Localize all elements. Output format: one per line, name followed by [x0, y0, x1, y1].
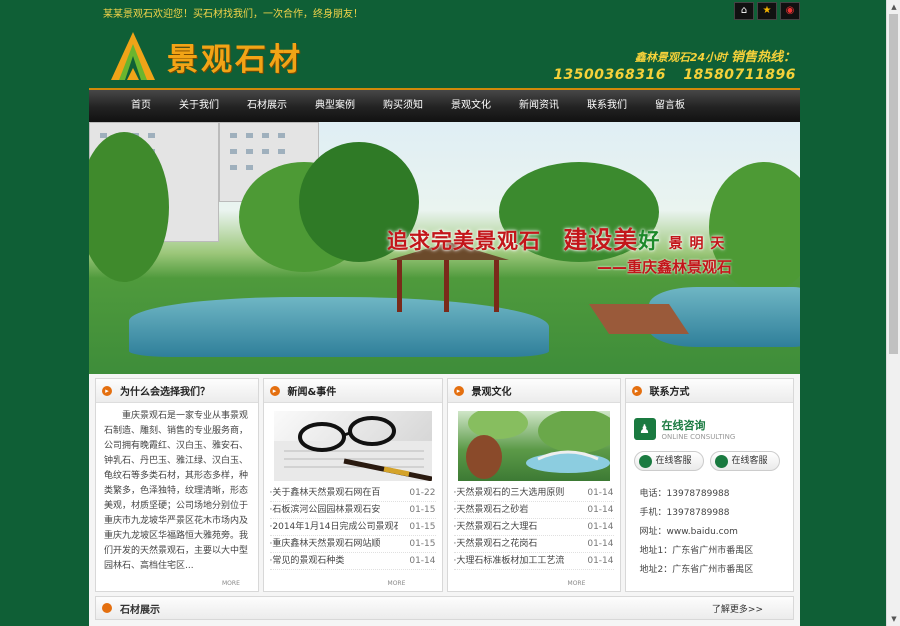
- banner-slogan-a: 追求完美景观石: [387, 229, 541, 253]
- nav-item-contact[interactable]: 联系我们: [573, 90, 641, 122]
- news-more-link[interactable]: MORE: [388, 580, 406, 587]
- bullet-arrow-icon: ▸: [102, 385, 112, 396]
- culture-item[interactable]: ·天然景观石之大理石 01-14: [453, 519, 614, 536]
- online-service-button[interactable]: 在线客服: [633, 451, 704, 471]
- contact-address-2: 地址2：广东省广州市番禺区: [639, 565, 754, 575]
- culture-item[interactable]: ·天然景观石的三大选用原则 01-14: [453, 485, 614, 502]
- stone-showcase-header: 石材展示 了解更多>>: [95, 596, 794, 620]
- culture-image[interactable]: [457, 411, 610, 481]
- bullet-arrow-icon: ▸: [269, 385, 280, 396]
- news-item[interactable]: ·关于鑫林天然景观石网在百 01-22: [269, 485, 436, 502]
- online-consulting: ♟ 在线咨询 ONLINE CONSULTING: [633, 417, 793, 441]
- hero-banner[interactable]: 追求完美景观石 建设美好 景 明 天 ——重庆鑫林景观石: [89, 122, 800, 374]
- consult-cn: 在线咨询: [661, 419, 706, 432]
- culture-item[interactable]: ·天然景观石之砂岩 01-14: [453, 502, 614, 519]
- bullet-arrow-icon: [102, 603, 112, 613]
- hotline-title: 鑫林景观石24小时: [634, 51, 728, 64]
- consult-en: ONLINE CONSULTING: [661, 433, 736, 441]
- banner-slogan-b: 建设美: [563, 226, 639, 254]
- glasses-pen-image: [273, 416, 432, 481]
- banner-slogan: 追求完美景观石 建设美好 景 明 天: [387, 220, 725, 255]
- contact-website[interactable]: 网址：www.baidu.com: [640, 523, 793, 542]
- banner-slogan-c: 好: [638, 229, 661, 253]
- news-item[interactable]: ·常见的景观石种类 01-14: [269, 553, 436, 570]
- favorite-star-icon[interactable]: ★: [757, 2, 777, 20]
- nav-item-about[interactable]: 关于我们: [165, 90, 233, 122]
- nav-item-guestbook[interactable]: 留言板: [641, 90, 699, 122]
- banner-boardwalk: [589, 304, 689, 334]
- scrollbar-thumb[interactable]: [889, 14, 898, 354]
- page-container: 某某景观石欢迎您！买石材找我们，一次合作，终身朋友！ ⌂ ★ ◉ 景观石材 鑫林…: [89, 0, 800, 626]
- bullet-arrow-icon: ▸: [453, 385, 464, 396]
- sales-hotline: 鑫林景观石24小时 销售热线： 13500368316 18580711896: [553, 46, 796, 83]
- showcase-title: 石材展示: [120, 604, 160, 616]
- qq-penguin-icon: [638, 454, 652, 468]
- scroll-up-icon[interactable]: ▲: [887, 0, 900, 14]
- banner-slogan-sub: ——重庆鑫林景观石: [597, 258, 733, 276]
- contact-phone: 电话：13978789988: [639, 489, 730, 499]
- culture-list: ·天然景观石的三大选用原则 01-14 ·天然景观石之砂岩 01-14 ·天然景观石…: [448, 485, 620, 570]
- logo-text: 景观石材: [167, 41, 303, 78]
- news-title: 新闻&事件: [287, 387, 337, 398]
- qq-penguin-icon: [714, 454, 728, 468]
- site-logo[interactable]: 景观石材: [105, 30, 303, 82]
- garden-rock-image: [465, 411, 610, 479]
- culture-title: 景观文化: [471, 387, 512, 398]
- contact-box: ▸ 联系方式 ♟ 在线咨询 ONLINE CONSULTING 在线客服 在线客服…: [624, 378, 794, 592]
- culture-more-link[interactable]: MORE: [568, 580, 586, 587]
- hotline-phone-2: 18580711896: [683, 67, 796, 83]
- contact-address-1: 地址1：广东省广州市番禺区: [639, 546, 754, 556]
- main-nav: 首页 关于我们 石材展示 典型案例 购买须知 景观文化 新闻资讯 联系我们 留言…: [89, 88, 800, 122]
- why-choose-us-box: ▸ 为什么会选择我们？ 重庆景观石是一家专业从事景观石制造、雕刻、销售的专业服务商…: [95, 378, 259, 592]
- why-title: 为什么会选择我们？: [120, 387, 210, 398]
- header: 景观石材 鑫林景观石24小时 销售热线： 13500368316 1858071…: [89, 22, 800, 88]
- scroll-down-icon[interactable]: ▼: [887, 612, 900, 626]
- page-scrollbar[interactable]: ▲ ▼: [886, 0, 900, 626]
- hotline-phone-1: 13500368316: [553, 67, 666, 83]
- nav-item-news[interactable]: 新闻资讯: [505, 90, 573, 122]
- culture-item[interactable]: ·大理石标准板材加工工艺流 01-14: [453, 553, 614, 570]
- welcome-text: 某某景观石欢迎您！买石材找我们，一次合作，终身朋友！: [103, 9, 363, 20]
- content-area: ▸ 为什么会选择我们？ 重庆景观石是一家专业从事景观石制造、雕刻、销售的专业服务商…: [89, 374, 800, 626]
- news-box: ▸ 新闻&事件 ·关于鑫林天然景观石网在百 01-22 ·石板滨河公园园林景观石…: [262, 378, 443, 592]
- weibo-icon[interactable]: ◉: [780, 2, 800, 20]
- nav-item-purchase-notes[interactable]: 购买须知: [369, 90, 437, 122]
- nav-item-cases[interactable]: 典型案例: [301, 90, 369, 122]
- contact-title: 联系方式: [649, 387, 690, 398]
- showcase-more-link[interactable]: 了解更多>>: [712, 602, 763, 615]
- company-intro: 重庆景观石是一家专业从事景观石制造、雕刻、销售的专业服务商，公司拥有晚霞红、汉白…: [104, 411, 249, 571]
- culture-box: ▸ 景观文化 ·天然景观石的三大选用原则 01-14 ·天然景观石之砂岩 01-14 …: [446, 378, 621, 592]
- culture-item[interactable]: ·天然景观石之花岗石 01-14: [453, 536, 614, 553]
- top-icons: ⌂ ★ ◉: [734, 2, 800, 20]
- news-item[interactable]: ·重庆鑫林天然景观石网站顺 01-15: [269, 536, 436, 553]
- banner-slogan-d: 景 明 天: [668, 236, 726, 252]
- bullet-arrow-icon: ▸: [631, 385, 642, 396]
- contact-details: 电话：13978789988 手机：13978789988 网址：www.bai…: [626, 471, 793, 580]
- top-bar: 某某景观石欢迎您！买石材找我们，一次合作，终身朋友！ ⌂ ★ ◉: [89, 0, 800, 22]
- news-item[interactable]: ·2014年1月14日完成公司景观石 01-15: [269, 519, 436, 536]
- hotline-label: 销售热线：: [730, 50, 796, 65]
- logo-mountain-icon: [111, 32, 155, 80]
- nav-item-culture[interactable]: 景观文化: [437, 90, 505, 122]
- contact-mobile: 手机：13978789988: [639, 508, 730, 518]
- online-service-button[interactable]: 在线客服: [709, 451, 780, 471]
- nav-item-home[interactable]: 首页: [117, 90, 165, 122]
- nav-item-stone-display[interactable]: 石材展示: [233, 90, 301, 122]
- news-item[interactable]: ·石板滨河公园园林景观石安 01-15: [269, 502, 436, 519]
- news-list: ·关于鑫林天然景观石网在百 01-22 ·石板滨河公园园林景观石安 01-15 ·2…: [264, 485, 442, 570]
- chat-person-icon: ♟: [633, 418, 656, 440]
- why-more-link[interactable]: MORE: [222, 580, 240, 587]
- home-icon[interactable]: ⌂: [734, 2, 754, 20]
- news-image[interactable]: [273, 411, 432, 481]
